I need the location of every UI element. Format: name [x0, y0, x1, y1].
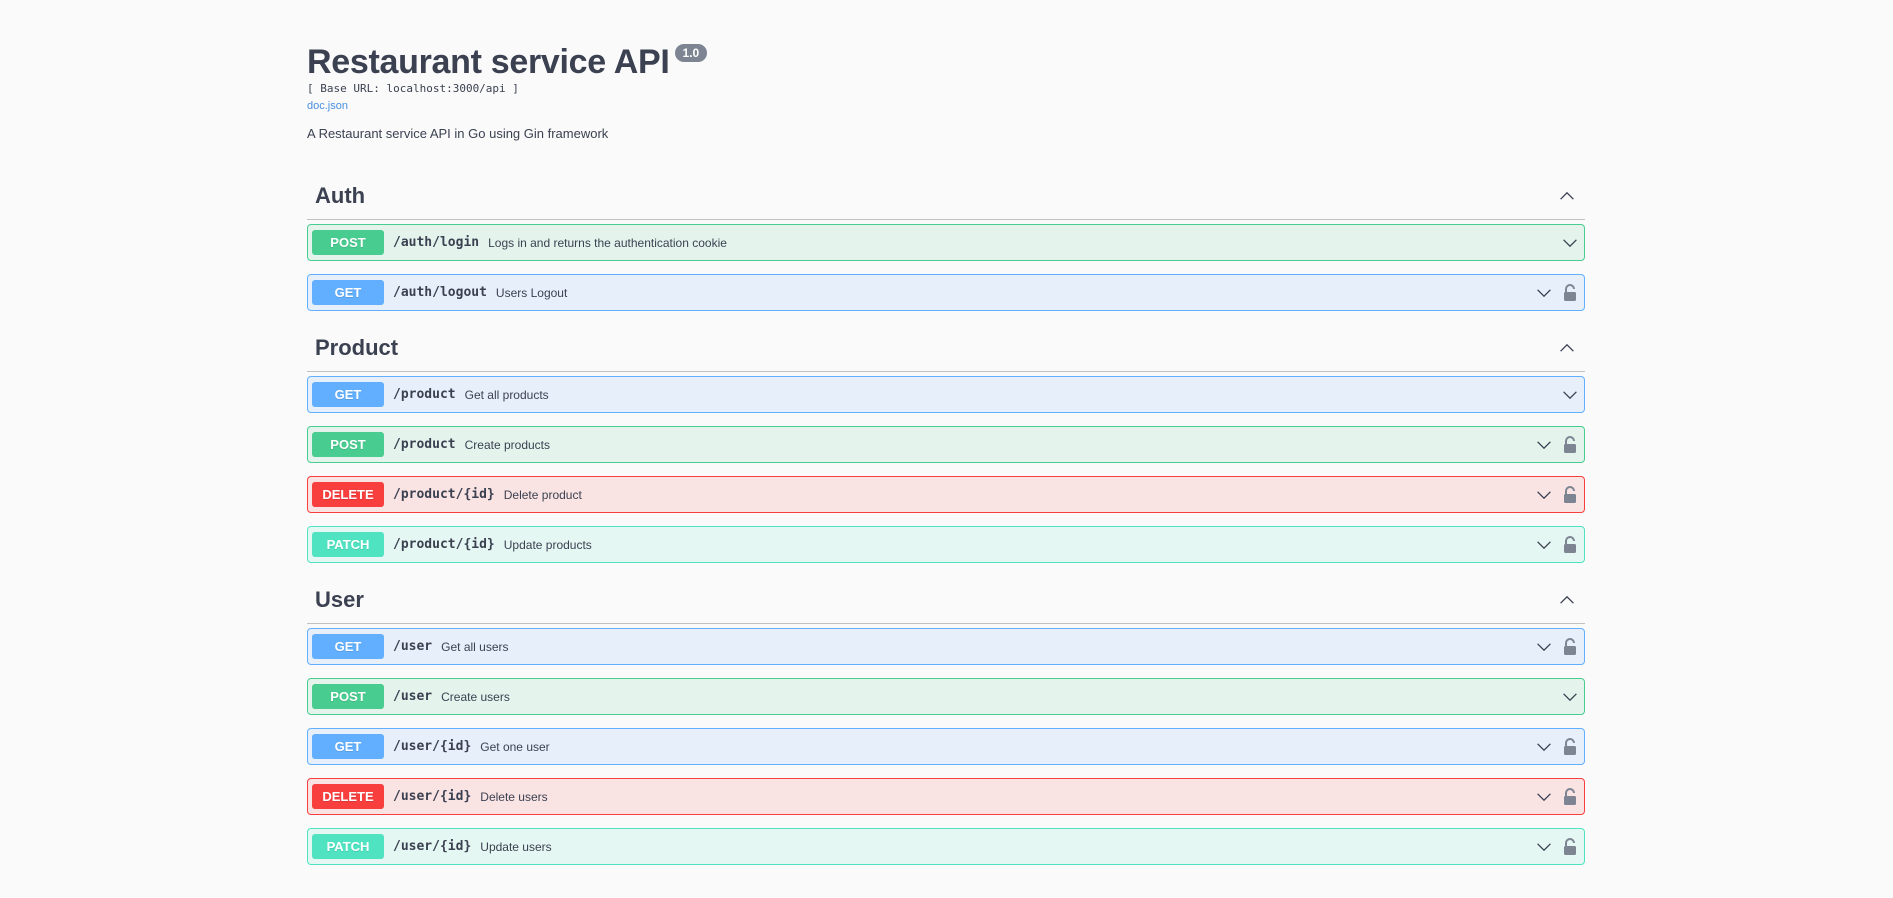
operation-summary: Logs in and returns the authentication c… — [488, 235, 727, 250]
doc-json-link[interactable]: doc.json — [307, 99, 348, 113]
method-badge: DELETE — [312, 784, 384, 809]
method-badge: GET — [312, 734, 384, 759]
chevron-down-icon[interactable] — [1534, 837, 1554, 857]
tag-section-product: Product GET/product Get all products POST/p… — [307, 324, 1585, 563]
operation-path: /auth/logout — [393, 285, 487, 300]
operation-summary: Update products — [503, 537, 592, 552]
swagger-container: Restaurant service API 1.0 [ Base URL: l… — [307, 0, 1585, 878]
lock-icon[interactable] — [1560, 435, 1580, 455]
method-badge: PATCH — [312, 532, 384, 557]
page-title: Restaurant service API — [307, 43, 670, 81]
tag-header-user[interactable]: User — [307, 576, 1585, 624]
chevron-down-icon[interactable] — [1534, 535, 1554, 555]
lock-icon[interactable] — [1560, 485, 1580, 505]
operation-path: /product/{id} — [393, 487, 495, 502]
operation-path: /user/{id} — [393, 739, 472, 754]
operation-summary: Get all users — [441, 639, 509, 654]
api-info: Restaurant service API 1.0 [ Base URL: l… — [307, 0, 1585, 142]
operation-delete--user--id-[interactable]: DELETE/user/{id} Delete users — [307, 778, 1585, 815]
chevron-down-icon[interactable] — [1534, 485, 1554, 505]
lock-icon[interactable] — [1560, 637, 1580, 657]
tag-section-user: User GET/user Get all users POST/user Create… — [307, 576, 1585, 865]
lock-icon[interactable] — [1560, 787, 1580, 807]
tag-header-auth[interactable]: Auth — [307, 172, 1585, 220]
chevron-down-icon[interactable] — [1560, 385, 1580, 405]
operation-summary: Update users — [480, 839, 552, 854]
chevron-down-icon[interactable] — [1534, 435, 1554, 455]
operation-get--user--id-[interactable]: GET/user/{id} Get one user — [307, 728, 1585, 765]
operation-post--product[interactable]: POST/product Create products — [307, 426, 1585, 463]
tag-name: Auth — [315, 182, 366, 208]
chevron-up-icon[interactable] — [1557, 590, 1577, 610]
title-row: Restaurant service API 1.0 — [307, 42, 1585, 82]
operation-path: /product — [393, 437, 456, 452]
method-badge: DELETE — [312, 482, 384, 507]
operation-path: /user/{id} — [393, 839, 472, 854]
operation-path: /user — [393, 639, 433, 654]
operation-summary: Users Logout — [495, 285, 568, 300]
tag-header-product[interactable]: Product — [307, 324, 1585, 372]
chevron-down-icon[interactable] — [1560, 233, 1580, 253]
chevron-down-icon[interactable] — [1560, 687, 1580, 707]
operation-summary: Create users — [441, 689, 510, 704]
method-badge: GET — [312, 634, 384, 659]
chevron-down-icon[interactable] — [1534, 283, 1554, 303]
operation-patch--user--id-[interactable]: PATCH/user/{id} Update users — [307, 828, 1585, 865]
method-badge: GET — [312, 280, 384, 305]
version-badge: 1.0 — [674, 44, 708, 62]
api-description: A Restaurant service API in Go using Gin… — [307, 126, 609, 141]
base-url: [ Base URL: localhost:3000/api ] — [307, 82, 519, 95]
method-badge: GET — [312, 382, 384, 407]
operation-patch--product--id-[interactable]: PATCH/product/{id} Update products — [307, 526, 1585, 563]
method-badge: POST — [312, 684, 384, 709]
operation-summary: Create products — [464, 437, 551, 452]
tag-section-auth: Auth POST/auth/login Logs in and returns t… — [307, 172, 1585, 311]
method-badge: PATCH — [312, 834, 384, 859]
operation-path: /user — [393, 689, 433, 704]
chevron-up-icon[interactable] — [1557, 186, 1577, 206]
chevron-down-icon[interactable] — [1534, 637, 1554, 657]
lock-icon[interactable] — [1560, 737, 1580, 757]
operation-path: /product/{id} — [393, 537, 495, 552]
lock-icon[interactable] — [1560, 535, 1580, 555]
chevron-down-icon[interactable] — [1534, 737, 1554, 757]
lock-icon[interactable] — [1560, 837, 1580, 857]
operation-summary: Get one user — [480, 739, 550, 754]
lock-icon[interactable] — [1560, 283, 1580, 303]
operation-post--auth-login[interactable]: POST/auth/login Logs in and returns the a… — [307, 224, 1585, 261]
operation-post--user[interactable]: POST/user Create users — [307, 678, 1585, 715]
operation-path: /auth/login — [393, 235, 480, 250]
operation-path: /product — [393, 387, 456, 402]
chevron-up-icon[interactable] — [1557, 338, 1577, 358]
operation-delete--product--id-[interactable]: DELETE/product/{id} Delete product — [307, 476, 1585, 513]
tag-name: Product — [315, 334, 399, 360]
chevron-down-icon[interactable] — [1534, 787, 1554, 807]
tag-name: User — [315, 586, 364, 612]
method-badge: POST — [312, 432, 384, 457]
operation-summary: Delete product — [503, 487, 582, 502]
method-badge: POST — [312, 230, 384, 255]
operation-get--user[interactable]: GET/user Get all users — [307, 628, 1585, 665]
operation-get--auth-logout[interactable]: GET/auth/logout Users Logout — [307, 274, 1585, 311]
tag-list: Auth POST/auth/login Logs in and returns t… — [307, 172, 1585, 865]
operation-summary: Delete users — [480, 789, 548, 804]
operation-get--product[interactable]: GET/product Get all products — [307, 376, 1585, 413]
operation-path: /user/{id} — [393, 789, 472, 804]
operation-summary: Get all products — [464, 387, 549, 402]
